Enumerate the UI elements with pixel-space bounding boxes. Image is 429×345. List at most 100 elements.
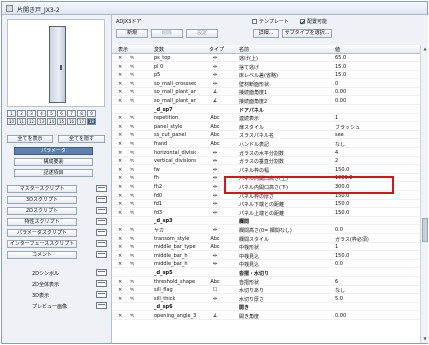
- vertical-scrollbar[interactable]: ▲ ▼: [420, 45, 428, 343]
- col-show[interactable]: 表示: [118, 46, 128, 53]
- template-checkbox[interactable]: テンプレート: [252, 18, 289, 25]
- section-row[interactable]: _d_sp5 沓摺・水切り: [112, 269, 420, 277]
- col-type[interactable]: タイプ: [209, 46, 224, 53]
- view-button[interactable]: 15: [57, 118, 66, 125]
- new-button[interactable]: 新規: [116, 29, 148, 38]
- hide-all-button[interactable]: 全てを隠す: [58, 135, 105, 143]
- parameter-row[interactable]: × ≒ so_mall_crosssection ⇹ 壁材断面形状 0: [112, 80, 420, 88]
- parameter-value[interactable]: 150.0: [335, 201, 415, 207]
- view-button[interactable]: 8: [77, 110, 86, 117]
- parameter-row[interactable]: × ≒ horizontal_divisions ⇹ ガラスの水平分割数 4: [112, 149, 420, 157]
- template-checkbox-box[interactable]: [252, 18, 257, 24]
- parameter-row[interactable]: × ≒ so_mall_plant_angle1 ∡ 接続面角度1 0.00: [112, 88, 420, 97]
- parameter-row[interactable]: × ≒ opening_angle_3D ∡ 開き角度 0.00: [112, 312, 420, 320]
- visibility-toggle[interactable]: ×: [118, 89, 122, 95]
- select-subtype-button[interactable]: サブタイプを選択...: [282, 29, 332, 38]
- placeable-checkbox[interactable]: 配置可能: [300, 18, 327, 25]
- parameter-value[interactable]: 65.0: [335, 55, 415, 61]
- parameter-row[interactable]: × ≒ fd3 ⇹ パネル上端との距離 150.0: [112, 209, 420, 217]
- parameter-row[interactable]: × ≒ pl 0 ⇹ 捨て逃げ 15.0: [112, 63, 420, 71]
- visibility-toggle[interactable]: ×: [118, 184, 122, 190]
- visibility-toggle[interactable]: ×: [118, 150, 122, 156]
- visibility-toggle[interactable]: ×: [118, 287, 122, 293]
- interface-script-button[interactable]: インターフェーススクリプト: [7, 240, 77, 248]
- placeable-checkbox-box[interactable]: [300, 18, 305, 24]
- visibility-toggle[interactable]: ×: [118, 244, 122, 250]
- delete-button[interactable]: 削除: [151, 29, 183, 38]
- parameter-row[interactable]: × ≒ so_mall_plant_angle2 ∡ 接続面角度2 0.00: [112, 97, 420, 105]
- col-name[interactable]: 名前: [239, 46, 249, 53]
- visibility-toggle[interactable]: ×: [118, 81, 122, 87]
- comment-button[interactable]: コメント: [7, 251, 77, 259]
- settings-button[interactable]: 設定: [186, 29, 218, 38]
- view-button[interactable]: 16: [67, 118, 76, 125]
- script-window-icon[interactable]: [96, 207, 107, 214]
- parameter-row[interactable]: × ≒ frand Abc ハンドル表記 なし: [112, 140, 420, 148]
- visibility-toggle[interactable]: ×: [118, 158, 122, 164]
- visibility-toggle[interactable]: ×: [118, 98, 122, 104]
- view-button[interactable]: 7: [67, 110, 76, 117]
- parameter-value[interactable]: 2: [335, 158, 415, 164]
- visibility-toggle[interactable]: ×: [118, 175, 122, 181]
- show-all-button[interactable]: 全てを表示: [7, 135, 53, 143]
- parameter-row[interactable]: × ≒ vertical_divisions ⇹ ガラスの垂直分割数 2: [112, 157, 420, 166]
- view-button[interactable]: 14: [47, 118, 56, 125]
- visibility-toggle[interactable]: ×: [118, 193, 122, 199]
- scroll-up-icon[interactable]: ▲: [422, 46, 428, 52]
- section-row[interactable]: _d_sp3 欄間: [112, 217, 420, 226]
- visibility-toggle[interactable]: ×: [118, 236, 122, 242]
- nav-descriptors[interactable]: 記述項目: [14, 169, 93, 177]
- scroll-thumb[interactable]: [422, 218, 428, 242]
- parameter-value[interactable]: 0: [335, 81, 415, 87]
- view-3d[interactable]: 3D表示: [32, 292, 82, 299]
- parameter-row[interactable]: × ≒ middle_bar_h ⇹ 中桟見込 0.0: [112, 260, 420, 269]
- script-window-icon[interactable]: [96, 229, 107, 236]
- parameter-row[interactable]: × ≒ fw ⇹ パネル枠の幅 150.0: [112, 166, 420, 174]
- parameter-row[interactable]: × ≒ threshold_shape Abc 沓摺形状 6: [112, 278, 420, 286]
- view-window-icon[interactable]: [96, 280, 107, 287]
- parameter-row[interactable]: × ≒ sill_thick ⇹ 水切り厚さ 5.0: [112, 295, 420, 303]
- parameter-value[interactable]: フラッシュ: [335, 124, 415, 131]
- parameter-value[interactable]: 150.0: [335, 167, 415, 173]
- parameter-row[interactable]: × ≒ sill_flag ☐ 水切りあり なし: [112, 286, 420, 295]
- visibility-toggle[interactable]: ×: [118, 261, 122, 267]
- parameter-value[interactable]: なし: [335, 141, 415, 148]
- 3d-script-button[interactable]: 3Dスクリプト: [7, 196, 77, 204]
- visibility-toggle[interactable]: ×: [118, 253, 122, 259]
- view-button[interactable]: 11: [17, 118, 26, 125]
- parameter-row[interactable]: × ≒ ヤカ ⇹ 欄間高さ(0= 欄間なし) 0.0: [112, 226, 420, 234]
- script-window-icon[interactable]: [96, 185, 107, 192]
- view-button[interactable]: 9: [87, 110, 96, 117]
- parameter-row[interactable]: × ≒ repetition Abc 連続表示 1: [112, 114, 420, 123]
- visibility-toggle[interactable]: ×: [118, 141, 122, 147]
- visibility-toggle[interactable]: ×: [118, 72, 122, 78]
- parameter-value[interactable]: 15.0: [335, 64, 415, 70]
- view-button[interactable]: 3: [27, 110, 36, 117]
- parameter-value[interactable]: 150.0: [335, 253, 415, 259]
- section-row[interactable]: _d_sp7 ドアパネル: [112, 106, 420, 114]
- parameter-value[interactable]: 0.00: [335, 89, 415, 95]
- master-script-button[interactable]: マスタースクリプト: [7, 185, 77, 193]
- view-button[interactable]: 1: [7, 110, 16, 117]
- visibility-toggle[interactable]: ×: [118, 201, 122, 207]
- parameter-row[interactable]: × ≒ ss_cut_panel Abc スラスパネル名 see: [112, 131, 420, 140]
- parameter-script-button[interactable]: パラメータスクリプト: [7, 229, 77, 237]
- view-2d-symbol[interactable]: 2Dシンボル: [32, 270, 82, 277]
- visibility-toggle[interactable]: ×: [118, 167, 122, 173]
- col-variable[interactable]: 変数: [154, 46, 164, 53]
- view-button[interactable]: 6: [57, 110, 66, 117]
- parameter-value[interactable]: 0.0: [335, 227, 415, 233]
- parameter-row[interactable]: × ≒ middle_bar_type Abc 中桟形状 1: [112, 243, 420, 252]
- script-window-icon[interactable]: [96, 218, 107, 225]
- script-window-icon[interactable]: [96, 196, 107, 203]
- view-window-icon[interactable]: [96, 291, 107, 298]
- view-window-icon[interactable]: [96, 302, 107, 309]
- visibility-toggle[interactable]: ×: [118, 227, 122, 233]
- parameter-value[interactable]: see: [335, 132, 415, 138]
- visibility-toggle[interactable]: ×: [118, 210, 122, 216]
- view-button[interactable]: 5: [47, 110, 56, 117]
- property-script-button[interactable]: 特性スクリプト: [7, 218, 77, 226]
- view-button[interactable]: 17: [77, 118, 86, 125]
- parameter-row[interactable]: × ≒ transom_style Abc 欄間スタイル ガラス(枠必須): [112, 235, 420, 243]
- parameter-row[interactable]: × ≒ panel_style Abc 扉スタイル フラッシュ: [112, 123, 420, 131]
